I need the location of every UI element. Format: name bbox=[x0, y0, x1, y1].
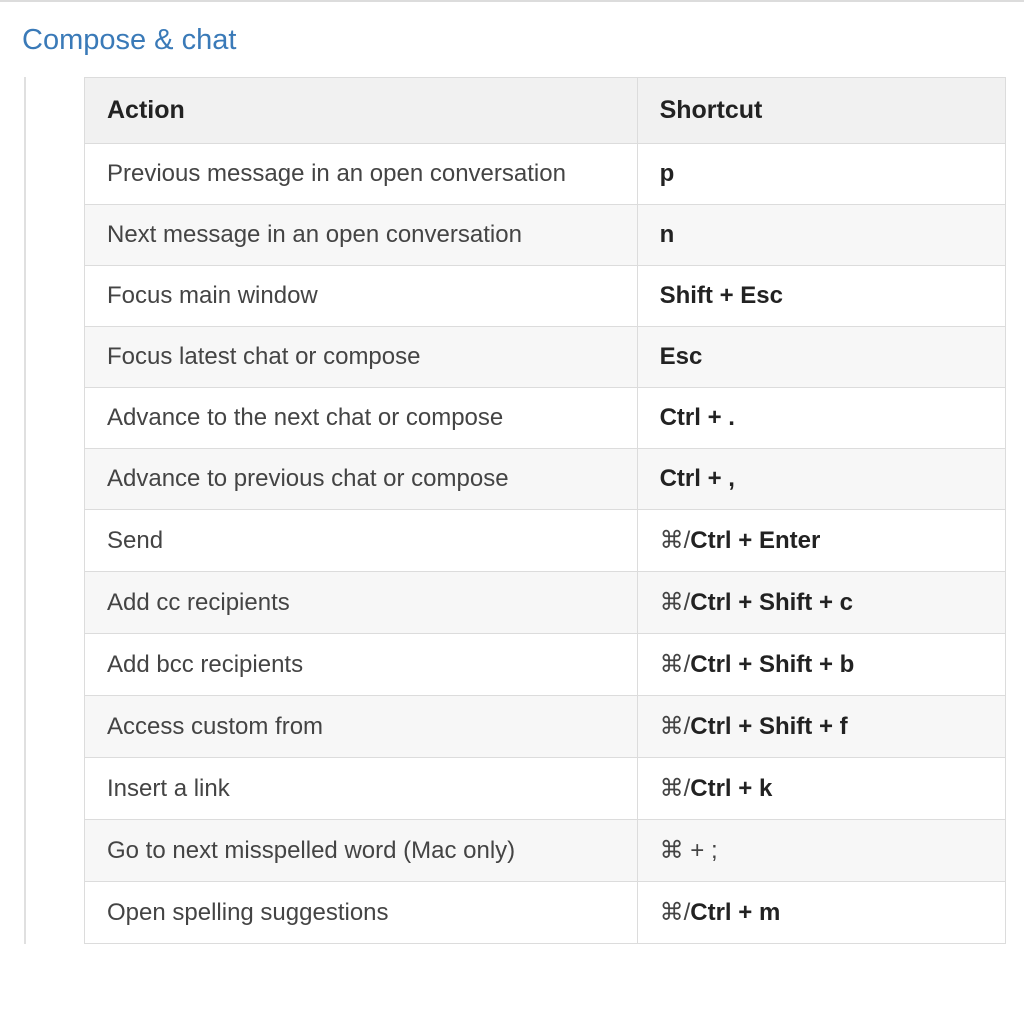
table-row: Add cc recipients⌘/Ctrl + Shift + c bbox=[85, 572, 1006, 634]
cell-shortcut: ⌘/Ctrl + Shift + c bbox=[637, 572, 1005, 634]
cell-action: Access custom from bbox=[85, 696, 638, 758]
table-row: Open spelling suggestions⌘/Ctrl + m bbox=[85, 882, 1006, 944]
table-body: Previous message in an open conversation… bbox=[85, 144, 1006, 944]
cell-action: Advance to the next chat or compose bbox=[85, 388, 638, 449]
cell-action: Go to next misspelled word (Mac only) bbox=[85, 820, 638, 882]
cell-action: Advance to previous chat or compose bbox=[85, 449, 638, 510]
cell-action: Add bcc recipients bbox=[85, 634, 638, 696]
table-row: Send⌘/Ctrl + Enter bbox=[85, 510, 1006, 572]
cell-action: Next message in an open conversation bbox=[85, 205, 638, 266]
cell-shortcut: ⌘/Ctrl + m bbox=[637, 882, 1005, 944]
cell-shortcut: p bbox=[637, 144, 1005, 205]
cell-action: Insert a link bbox=[85, 758, 638, 820]
table-row: Insert a link⌘/Ctrl + k bbox=[85, 758, 1006, 820]
cell-shortcut: Ctrl + , bbox=[637, 449, 1005, 510]
cell-shortcut: n bbox=[637, 205, 1005, 266]
table-row: Add bcc recipients⌘/Ctrl + Shift + b bbox=[85, 634, 1006, 696]
table-header-row: Action Shortcut bbox=[85, 78, 1006, 144]
page-container: Compose & chat Action Shortcut Previous … bbox=[0, 0, 1024, 1016]
table-row: Next message in an open conversationn bbox=[85, 205, 1006, 266]
cell-shortcut: ⌘/Ctrl + Shift + b bbox=[637, 634, 1005, 696]
table-row: Advance to previous chat or composeCtrl … bbox=[85, 449, 1006, 510]
cell-shortcut: ⌘/Ctrl + k bbox=[637, 758, 1005, 820]
cell-action: Focus latest chat or compose bbox=[85, 327, 638, 388]
cell-shortcut: Esc bbox=[637, 327, 1005, 388]
table-row: Focus latest chat or composeEsc bbox=[85, 327, 1006, 388]
table-row: Go to next misspelled word (Mac only)⌘ +… bbox=[85, 820, 1006, 882]
table-wrapper: Action Shortcut Previous message in an o… bbox=[24, 77, 1024, 944]
cell-action: Focus main window bbox=[85, 266, 638, 327]
header-shortcut: Shortcut bbox=[637, 78, 1005, 144]
table-row: Focus main windowShift + Esc bbox=[85, 266, 1006, 327]
table-row: Access custom from⌘/Ctrl + Shift + f bbox=[85, 696, 1006, 758]
cell-shortcut: Shift + Esc bbox=[637, 266, 1005, 327]
header-action: Action bbox=[85, 78, 638, 144]
cell-action: Previous message in an open conversation bbox=[85, 144, 638, 205]
table-row: Previous message in an open conversation… bbox=[85, 144, 1006, 205]
cell-shortcut: ⌘/Ctrl + Enter bbox=[637, 510, 1005, 572]
cell-shortcut: ⌘/Ctrl + Shift + f bbox=[637, 696, 1005, 758]
cell-action: Add cc recipients bbox=[85, 572, 638, 634]
cell-action: Send bbox=[85, 510, 638, 572]
cell-shortcut: Ctrl + . bbox=[637, 388, 1005, 449]
shortcuts-table: Action Shortcut Previous message in an o… bbox=[84, 77, 1006, 944]
section-title: Compose & chat bbox=[0, 2, 1024, 77]
cell-action: Open spelling suggestions bbox=[85, 882, 638, 944]
table-row: Advance to the next chat or composeCtrl … bbox=[85, 388, 1006, 449]
cell-shortcut: ⌘ + ; bbox=[637, 820, 1005, 882]
